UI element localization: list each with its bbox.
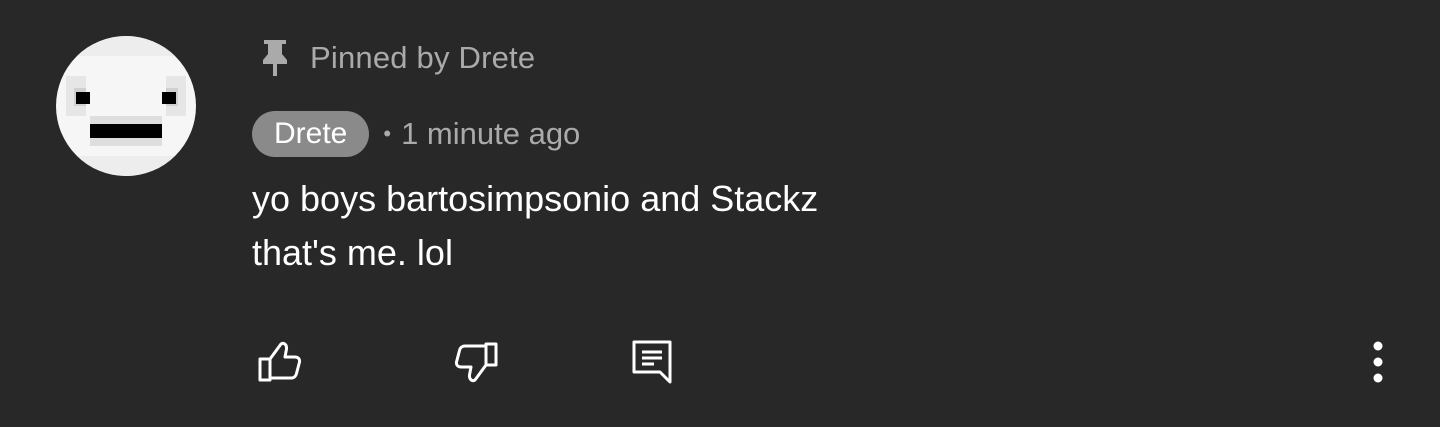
comment-body: yo boys bartosimpsonio and Stackz that's… — [252, 172, 1252, 280]
pinned-by-text: Pinned by Drete — [310, 40, 536, 75]
thumbs-up-icon — [258, 341, 302, 382]
pin-icon — [252, 36, 296, 80]
dislike-button[interactable] — [448, 334, 504, 390]
comment-timestamp[interactable]: 1 minute ago — [401, 116, 580, 152]
separator-dot: • — [383, 121, 392, 146]
pinned-label: Pinned by Drete — [252, 36, 535, 80]
comment-line: that's me. lol — [252, 232, 453, 273]
more-options-button[interactable] — [1350, 334, 1406, 390]
author-name-badge[interactable]: Drete — [252, 111, 370, 157]
reply-comment-icon — [632, 340, 672, 384]
more-vertical-icon — [1373, 341, 1383, 383]
comment-line: yo boys bartosimpsonio and Stackz — [252, 178, 819, 219]
reply-button[interactable] — [624, 334, 680, 390]
like-button[interactable] — [252, 334, 308, 390]
pixel-face-avatar-icon — [56, 36, 196, 176]
comment-thread: Pinned by Drete Drete • 1 minute ago yo … — [0, 0, 1440, 427]
comment-header: Drete • 1 minute ago — [252, 110, 580, 158]
thumbs-down-icon — [454, 342, 498, 383]
avatar[interactable] — [56, 36, 196, 176]
